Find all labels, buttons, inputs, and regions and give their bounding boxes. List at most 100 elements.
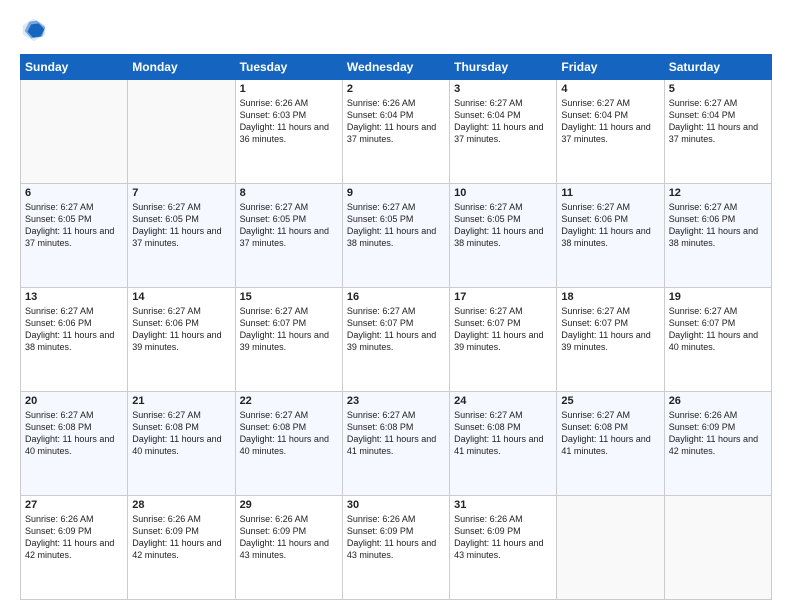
day-info: Sunrise: 6:27 AM Sunset: 6:08 PM Dayligh… [454, 409, 552, 458]
calendar-cell: 19Sunrise: 6:27 AM Sunset: 6:07 PM Dayli… [664, 288, 771, 392]
day-number: 16 [347, 291, 445, 303]
calendar-cell: 30Sunrise: 6:26 AM Sunset: 6:09 PM Dayli… [342, 496, 449, 600]
calendar-cell: 15 Sunrise: 6:27 AM Sunset: 6:07 PM Dayli… [235, 288, 342, 392]
weekday-header-thursday: Thursday [450, 55, 557, 80]
weekday-header-sunday: Sunday [21, 55, 128, 80]
calendar-cell: 22Sunrise: 6:27 AM Sunset: 6:08 PM Dayli… [235, 392, 342, 496]
calendar-cell: 16 Sunrise: 6:27 AM Sunset: 6:07 PM Dayli… [342, 288, 449, 392]
day-number: 13 [25, 291, 123, 303]
day-number: 26 [669, 395, 767, 407]
day-number: 14 [132, 291, 230, 303]
day-info: Sunrise: 6:26 AM Sunset: 6:09 PM Dayligh… [132, 513, 230, 562]
day-info: Sunrise: 6:27 AM Sunset: 6:05 PM Dayligh… [240, 201, 338, 250]
calendar-cell: 26 Sunrise: 6:26 AM Sunset: 6:09 PM Dayli… [664, 392, 771, 496]
calendar-cell: 20 Sunrise: 6:27 AM Sunset: 6:08 PM Dayli… [21, 392, 128, 496]
weekday-header-wednesday: Wednesday [342, 55, 449, 80]
header [20, 16, 772, 44]
day-info: Sunrise: 6:27 AM Sunset: 6:06 PM Dayligh… [132, 305, 230, 354]
day-info: Sunrise: 6:27 AM Sunset: 6:06 PM Dayligh… [25, 305, 123, 354]
day-number: 5 [669, 83, 767, 95]
calendar-cell: 9Sunrise: 6:27 AM Sunset: 6:05 PM Daylig… [342, 184, 449, 288]
day-number: 6 [25, 187, 123, 199]
calendar-cell [21, 80, 128, 184]
day-number: 18 [561, 291, 659, 303]
day-number: 12 [669, 187, 767, 199]
day-info: Sunrise: 6:27 AM Sunset: 6:07 PM Dayligh… [347, 305, 445, 354]
calendar-cell: 6 Sunrise: 6:27 AM Sunset: 6:05 PM Daylig… [21, 184, 128, 288]
day-number: 31 [454, 499, 552, 511]
calendar-cell: 27 Sunrise: 6:26 AM Sunset: 6:09 PM Dayli… [21, 496, 128, 600]
day-info: Sunrise: 6:27 AM Sunset: 6:08 PM Dayligh… [561, 409, 659, 458]
day-number: 17 [454, 291, 552, 303]
day-number: 29 [240, 499, 338, 511]
day-info: Sunrise: 6:27 AM Sunset: 6:08 PM Dayligh… [132, 409, 230, 458]
day-number: 19 [669, 291, 767, 303]
calendar-cell: 2Sunrise: 6:26 AM Sunset: 6:04 PM Daylig… [342, 80, 449, 184]
day-number: 27 [25, 499, 123, 511]
day-number: 1 [240, 83, 338, 95]
day-info: Sunrise: 6:27 AM Sunset: 6:08 PM Dayligh… [347, 409, 445, 458]
day-number: 24 [454, 395, 552, 407]
day-info: Sunrise: 6:27 AM Sunset: 6:08 PM Dayligh… [25, 409, 123, 458]
calendar-cell [557, 496, 664, 600]
calendar-cell: 12 Sunrise: 6:27 AM Sunset: 6:06 PM Dayli… [664, 184, 771, 288]
calendar-cell: 23 Sunrise: 6:27 AM Sunset: 6:08 PM Dayli… [342, 392, 449, 496]
calendar-cell: 25 Sunrise: 6:27 AM Sunset: 6:08 PM Dayli… [557, 392, 664, 496]
day-info: Sunrise: 6:26 AM Sunset: 6:09 PM Dayligh… [454, 513, 552, 562]
calendar-cell [128, 80, 235, 184]
day-number: 23 [347, 395, 445, 407]
day-info: Sunrise: 6:27 AM Sunset: 6:05 PM Dayligh… [454, 201, 552, 250]
calendar-cell: 7 Sunrise: 6:27 AM Sunset: 6:05 PM Daylig… [128, 184, 235, 288]
calendar-cell: 11Sunrise: 6:27 AM Sunset: 6:06 PM Dayli… [557, 184, 664, 288]
weekday-header-row: SundayMondayTuesdayWednesdayThursdayFrid… [21, 55, 772, 80]
calendar-cell: 4 Sunrise: 6:27 AM Sunset: 6:04 PM Daylig… [557, 80, 664, 184]
day-info: Sunrise: 6:27 AM Sunset: 6:04 PM Dayligh… [454, 97, 552, 146]
calendar-cell: 29Sunrise: 6:26 AM Sunset: 6:09 PM Dayli… [235, 496, 342, 600]
calendar-cell: 13 Sunrise: 6:27 AM Sunset: 6:06 PM Dayli… [21, 288, 128, 392]
calendar-cell: 5 Sunrise: 6:27 AM Sunset: 6:04 PM Daylig… [664, 80, 771, 184]
calendar-cell: 24 Sunrise: 6:27 AM Sunset: 6:08 PM Dayli… [450, 392, 557, 496]
day-info: Sunrise: 6:27 AM Sunset: 6:07 PM Dayligh… [454, 305, 552, 354]
calendar-table: SundayMondayTuesdayWednesdayThursdayFrid… [20, 54, 772, 600]
day-number: 15 [240, 291, 338, 303]
day-info: Sunrise: 6:27 AM Sunset: 6:04 PM Dayligh… [561, 97, 659, 146]
day-number: 25 [561, 395, 659, 407]
calendar-cell: 31 Sunrise: 6:26 AM Sunset: 6:09 PM Dayli… [450, 496, 557, 600]
day-number: 20 [25, 395, 123, 407]
day-info: Sunrise: 6:27 AM Sunset: 6:06 PM Dayligh… [669, 201, 767, 250]
day-number: 11 [561, 187, 659, 199]
day-number: 4 [561, 83, 659, 95]
calendar-cell: 14 Sunrise: 6:27 AM Sunset: 6:06 PM Dayli… [128, 288, 235, 392]
day-number: 9 [347, 187, 445, 199]
calendar-week-row: 6 Sunrise: 6:27 AM Sunset: 6:05 PM Daylig… [21, 184, 772, 288]
logo [20, 16, 52, 44]
calendar-cell: 21 Sunrise: 6:27 AM Sunset: 6:08 PM Dayli… [128, 392, 235, 496]
calendar-week-row: 27 Sunrise: 6:26 AM Sunset: 6:09 PM Dayli… [21, 496, 772, 600]
calendar-cell: 8 Sunrise: 6:27 AM Sunset: 6:05 PM Daylig… [235, 184, 342, 288]
day-number: 21 [132, 395, 230, 407]
day-info: Sunrise: 6:26 AM Sunset: 6:09 PM Dayligh… [669, 409, 767, 458]
day-info: Sunrise: 6:26 AM Sunset: 6:03 PM Dayligh… [240, 97, 338, 146]
day-info: Sunrise: 6:27 AM Sunset: 6:07 PM Dayligh… [561, 305, 659, 354]
weekday-header-tuesday: Tuesday [235, 55, 342, 80]
day-info: Sunrise: 6:27 AM Sunset: 6:07 PM Dayligh… [240, 305, 338, 354]
day-number: 8 [240, 187, 338, 199]
day-info: Sunrise: 6:27 AM Sunset: 6:04 PM Dayligh… [669, 97, 767, 146]
day-info: Sunrise: 6:26 AM Sunset: 6:09 PM Dayligh… [25, 513, 123, 562]
day-info: Sunrise: 6:27 AM Sunset: 6:05 PM Dayligh… [25, 201, 123, 250]
day-number: 30 [347, 499, 445, 511]
calendar-cell: 10 Sunrise: 6:27 AM Sunset: 6:05 PM Dayli… [450, 184, 557, 288]
calendar-cell: 17 Sunrise: 6:27 AM Sunset: 6:07 PM Dayli… [450, 288, 557, 392]
calendar-week-row: 13 Sunrise: 6:27 AM Sunset: 6:06 PM Dayli… [21, 288, 772, 392]
page: SundayMondayTuesdayWednesdayThursdayFrid… [0, 0, 792, 612]
day-number: 10 [454, 187, 552, 199]
calendar-cell: 1 Sunrise: 6:26 AM Sunset: 6:03 PM Daylig… [235, 80, 342, 184]
weekday-header-friday: Friday [557, 55, 664, 80]
day-info: Sunrise: 6:27 AM Sunset: 6:05 PM Dayligh… [132, 201, 230, 250]
day-number: 2 [347, 83, 445, 95]
day-number: 28 [132, 499, 230, 511]
calendar-week-row: 1 Sunrise: 6:26 AM Sunset: 6:03 PM Daylig… [21, 80, 772, 184]
calendar-cell: 18 Sunrise: 6:27 AM Sunset: 6:07 PM Dayli… [557, 288, 664, 392]
day-number: 7 [132, 187, 230, 199]
logo-icon [20, 16, 48, 44]
